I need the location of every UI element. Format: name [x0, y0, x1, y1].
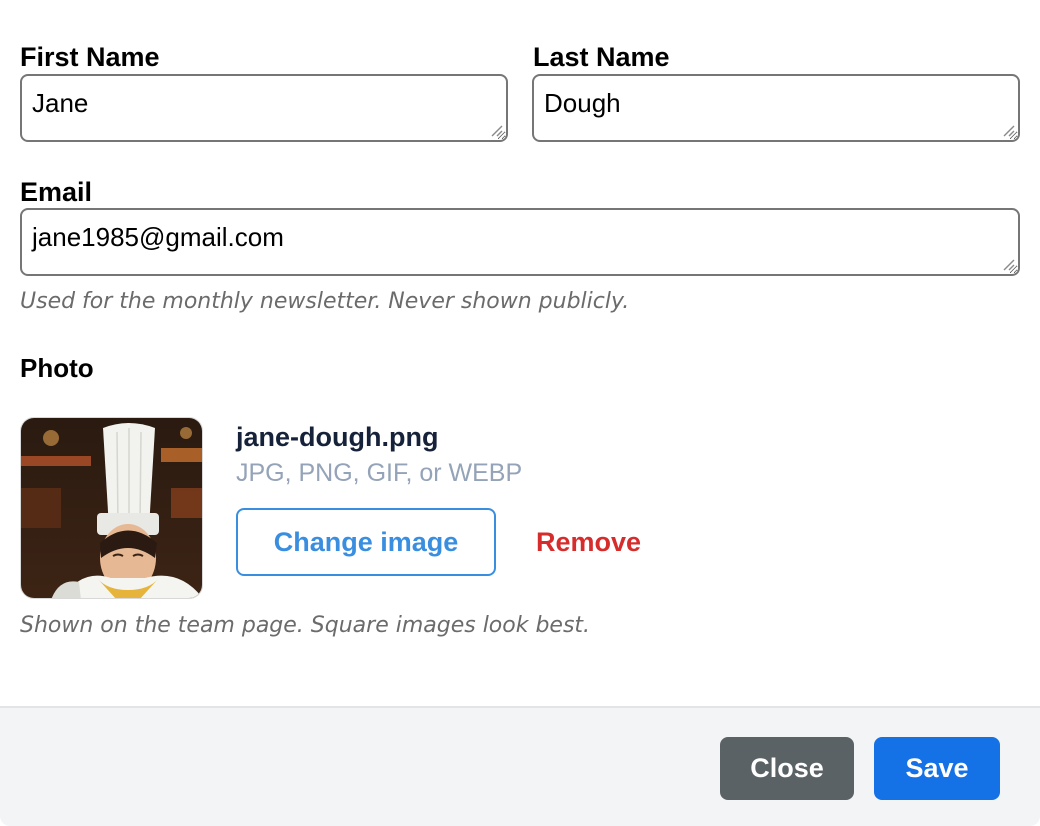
photo-file-types: JPG, PNG, GIF, or WEBP: [236, 459, 523, 487]
save-button[interactable]: Save: [874, 737, 1000, 800]
resize-grip-icon[interactable]: [1001, 257, 1015, 271]
remove-image-button[interactable]: Remove: [536, 508, 641, 576]
change-image-button[interactable]: Change image: [236, 508, 496, 576]
edit-profile-dialog: First Name Jane Last Name Dough Email ja…: [0, 0, 1040, 826]
email-hint: Used for the monthly newsletter. Never s…: [20, 289, 630, 314]
last-name-label: Last Name: [533, 42, 670, 72]
profile-photo: [20, 417, 203, 599]
email-value: jane1985@gmail.com: [32, 222, 284, 252]
photo-file-name: jane-dough.png: [236, 422, 439, 452]
photo-hint: Shown on the team page. Square images lo…: [20, 613, 591, 638]
resize-grip-icon[interactable]: [489, 123, 503, 137]
email-label: Email: [20, 177, 93, 207]
first-name-field[interactable]: Jane: [20, 74, 508, 142]
photo-label: Photo: [20, 353, 94, 383]
last-name-value: Dough: [544, 88, 621, 118]
last-name-field[interactable]: Dough: [532, 74, 1020, 142]
resize-grip-icon[interactable]: [1001, 123, 1015, 137]
first-name-label: First Name: [20, 42, 160, 72]
close-button[interactable]: Close: [720, 737, 854, 800]
first-name-value: Jane: [32, 88, 89, 118]
dialog-footer: Close Save: [0, 706, 1040, 826]
email-field[interactable]: jane1985@gmail.com: [20, 208, 1020, 276]
chef-portrait-image: [21, 418, 202, 598]
